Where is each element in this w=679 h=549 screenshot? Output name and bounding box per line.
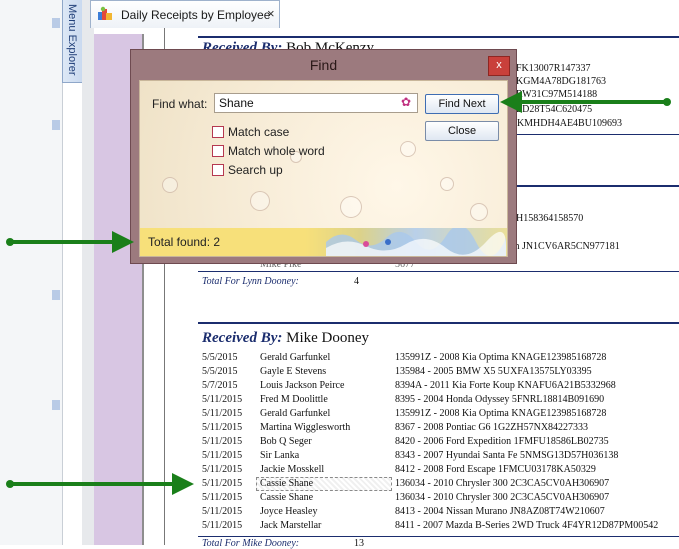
- match-case-checkbox[interactable]: [212, 126, 224, 138]
- total-count: 13: [354, 538, 364, 549]
- employee-cell: Cassie Shane: [260, 478, 314, 489]
- status-bar: Total found: 2: [140, 228, 507, 256]
- bubble-decoration: [440, 177, 454, 191]
- tab-title: Daily Receipts by Employee: [121, 8, 271, 22]
- employee-cell: Jack Marstellar: [260, 520, 322, 531]
- employee-cell: Joyce Heasley: [260, 506, 318, 517]
- panel-marker: [52, 18, 60, 28]
- find-what-input[interactable]: [214, 93, 418, 113]
- vehicle-fragment: FK13007R147337: [516, 63, 591, 74]
- employee-cell: Jackie Mosskell: [260, 464, 325, 475]
- section-rule: [198, 322, 679, 324]
- arrow-icon: [500, 91, 671, 113]
- wave-decoration: [326, 228, 506, 256]
- find-dialog: Find x Find what: ✿ Find Next Close Matc…: [130, 49, 517, 264]
- vehicle-fragment: H158364158570: [516, 213, 584, 224]
- vehicle-cell: 136034 - 2010 Chrysler 300 2C3CA5CV0AH30…: [395, 492, 610, 503]
- find-next-button[interactable]: Find Next: [425, 94, 499, 114]
- status-text: Total found: 2: [148, 235, 221, 249]
- search-up-checkbox[interactable]: [212, 164, 224, 176]
- employee-cell: Cassie Shane: [260, 492, 314, 503]
- vehicle-cell: 136034 - 2010 Chrysler 300 2C3CA5CV0AH30…: [395, 478, 610, 489]
- total-line: Total For Mike Dooney: 13: [202, 538, 364, 549]
- match-case-label: Match case: [228, 125, 290, 139]
- panel-marker: [52, 120, 60, 130]
- close-button[interactable]: Close: [425, 121, 499, 141]
- date-cell: 5/11/2015: [202, 394, 243, 405]
- vehicle-cell: 135991Z - 2008 Kia Optima KNAGE123985168…: [395, 352, 607, 363]
- total-line: Total For Lynn Dooney: 4: [202, 276, 359, 287]
- vehicle-cell: 8413 - 2004 Nissan Murano JN8AZ08T74W210…: [395, 506, 605, 517]
- search-up-label: Search up: [228, 163, 283, 177]
- vehicle-cell: 8395 - 2004 Honda Odyssey 5FNRL18814B091…: [395, 394, 605, 405]
- vehicle-cell: 8367 - 2008 Pontiac G6 1G2ZH57NX84227333: [395, 422, 589, 433]
- received-by-name: Mike Dooney: [286, 330, 370, 346]
- received-by-heading: Received By: Mike Dooney: [202, 330, 370, 346]
- match-whole-word-checkbox[interactable]: [212, 145, 224, 157]
- panel-marker: [52, 290, 60, 300]
- date-cell: 5/5/2015: [202, 366, 238, 377]
- dialog-body: Find what: ✿ Find Next Close Match case …: [139, 80, 508, 257]
- splitter[interactable]: [82, 0, 94, 545]
- panel-marker: [52, 400, 60, 410]
- employee-cell: Gerald Garfunkel: [260, 408, 331, 419]
- vehicle-cell: 8411 - 2007 Mazda B-Series 2WD Truck 4F4…: [395, 520, 659, 531]
- find-what-label: Find what:: [152, 97, 208, 111]
- employee-cell: Gayle E Stevens: [260, 366, 327, 377]
- vehicle-cell: 135991Z - 2008 Kia Optima KNAGE123985168…: [395, 408, 607, 419]
- employee-cell: Fred M Doolittle: [260, 394, 328, 405]
- date-cell: 5/5/2015: [202, 352, 238, 363]
- total-rule: [198, 271, 679, 272]
- bubble-decoration: [250, 191, 270, 211]
- vehicle-cell: 8394A - 2011 Kia Forte Koup KNAFU6A21B53…: [395, 380, 616, 391]
- date-cell: 5/11/2015: [202, 506, 243, 517]
- vehicle-cell: 8412 - 2008 Ford Escape 1FMCU03178KA5032…: [395, 464, 596, 475]
- date-cell: 5/11/2015: [202, 436, 243, 447]
- employee-cell: Gerald Garfunkel: [260, 352, 331, 363]
- date-cell: 5/11/2015: [202, 492, 243, 503]
- employee-cell: Bob Q Seger: [260, 436, 312, 447]
- arrow-icon: [6, 473, 194, 495]
- date-cell: 5/11/2015: [202, 422, 243, 433]
- vehicle-cell: 8343 - 2007 Hyundai Santa Fe 5NMSG13D57H…: [395, 450, 619, 461]
- dialog-title: Find: [309, 57, 338, 73]
- vehicle-cell: 8420 - 2006 Ford Expedition 1FMFU18586LB…: [395, 436, 609, 447]
- vehicle-cell: 135984 - 2005 BMW X5 5UXFA13575LY03395: [395, 366, 592, 377]
- date-cell: 5/11/2015: [202, 478, 243, 489]
- left-panel: [0, 0, 63, 545]
- butterfly-icon: ✿: [401, 95, 412, 109]
- date-cell: 5/11/2015: [202, 520, 243, 531]
- menu-explorer-tab[interactable]: Menu Explorer: [62, 0, 84, 83]
- bubble-decoration: [400, 141, 416, 157]
- report-icon: [98, 6, 112, 20]
- vehicle-fragment: an JN1CV6AR5CN977181: [510, 241, 620, 252]
- bubble-decoration: [162, 177, 178, 193]
- bubble-decoration: [340, 196, 362, 218]
- close-icon[interactable]: x: [488, 56, 510, 76]
- total-rule: [198, 536, 679, 537]
- date-cell: 5/11/2015: [202, 450, 243, 461]
- tab-close-icon[interactable]: ×: [267, 6, 275, 21]
- vehicle-fragment: KGM4A78DG181763: [516, 76, 606, 87]
- date-cell: 5/11/2015: [202, 408, 243, 419]
- match-whole-word-label: Match whole word: [228, 144, 325, 158]
- employee-cell: Louis Jackson Peirce: [260, 380, 345, 391]
- date-cell: 5/11/2015: [202, 464, 243, 475]
- date-cell: 5/7/2015: [202, 380, 238, 391]
- total-count: 4: [354, 276, 359, 287]
- bubble-decoration: [470, 203, 488, 221]
- tab-daily-receipts[interactable]: Daily Receipts by Employee: [90, 0, 280, 28]
- employee-cell: Sir Lanka: [260, 450, 300, 461]
- section-rule: [198, 36, 679, 38]
- arrow-icon: [6, 231, 134, 253]
- vehicle-fragment: a KMHDH4AE4BU109693: [510, 118, 622, 129]
- menu-explorer-label: Menu Explorer: [66, 4, 78, 76]
- employee-cell: Martina Wigglesworth: [260, 422, 351, 433]
